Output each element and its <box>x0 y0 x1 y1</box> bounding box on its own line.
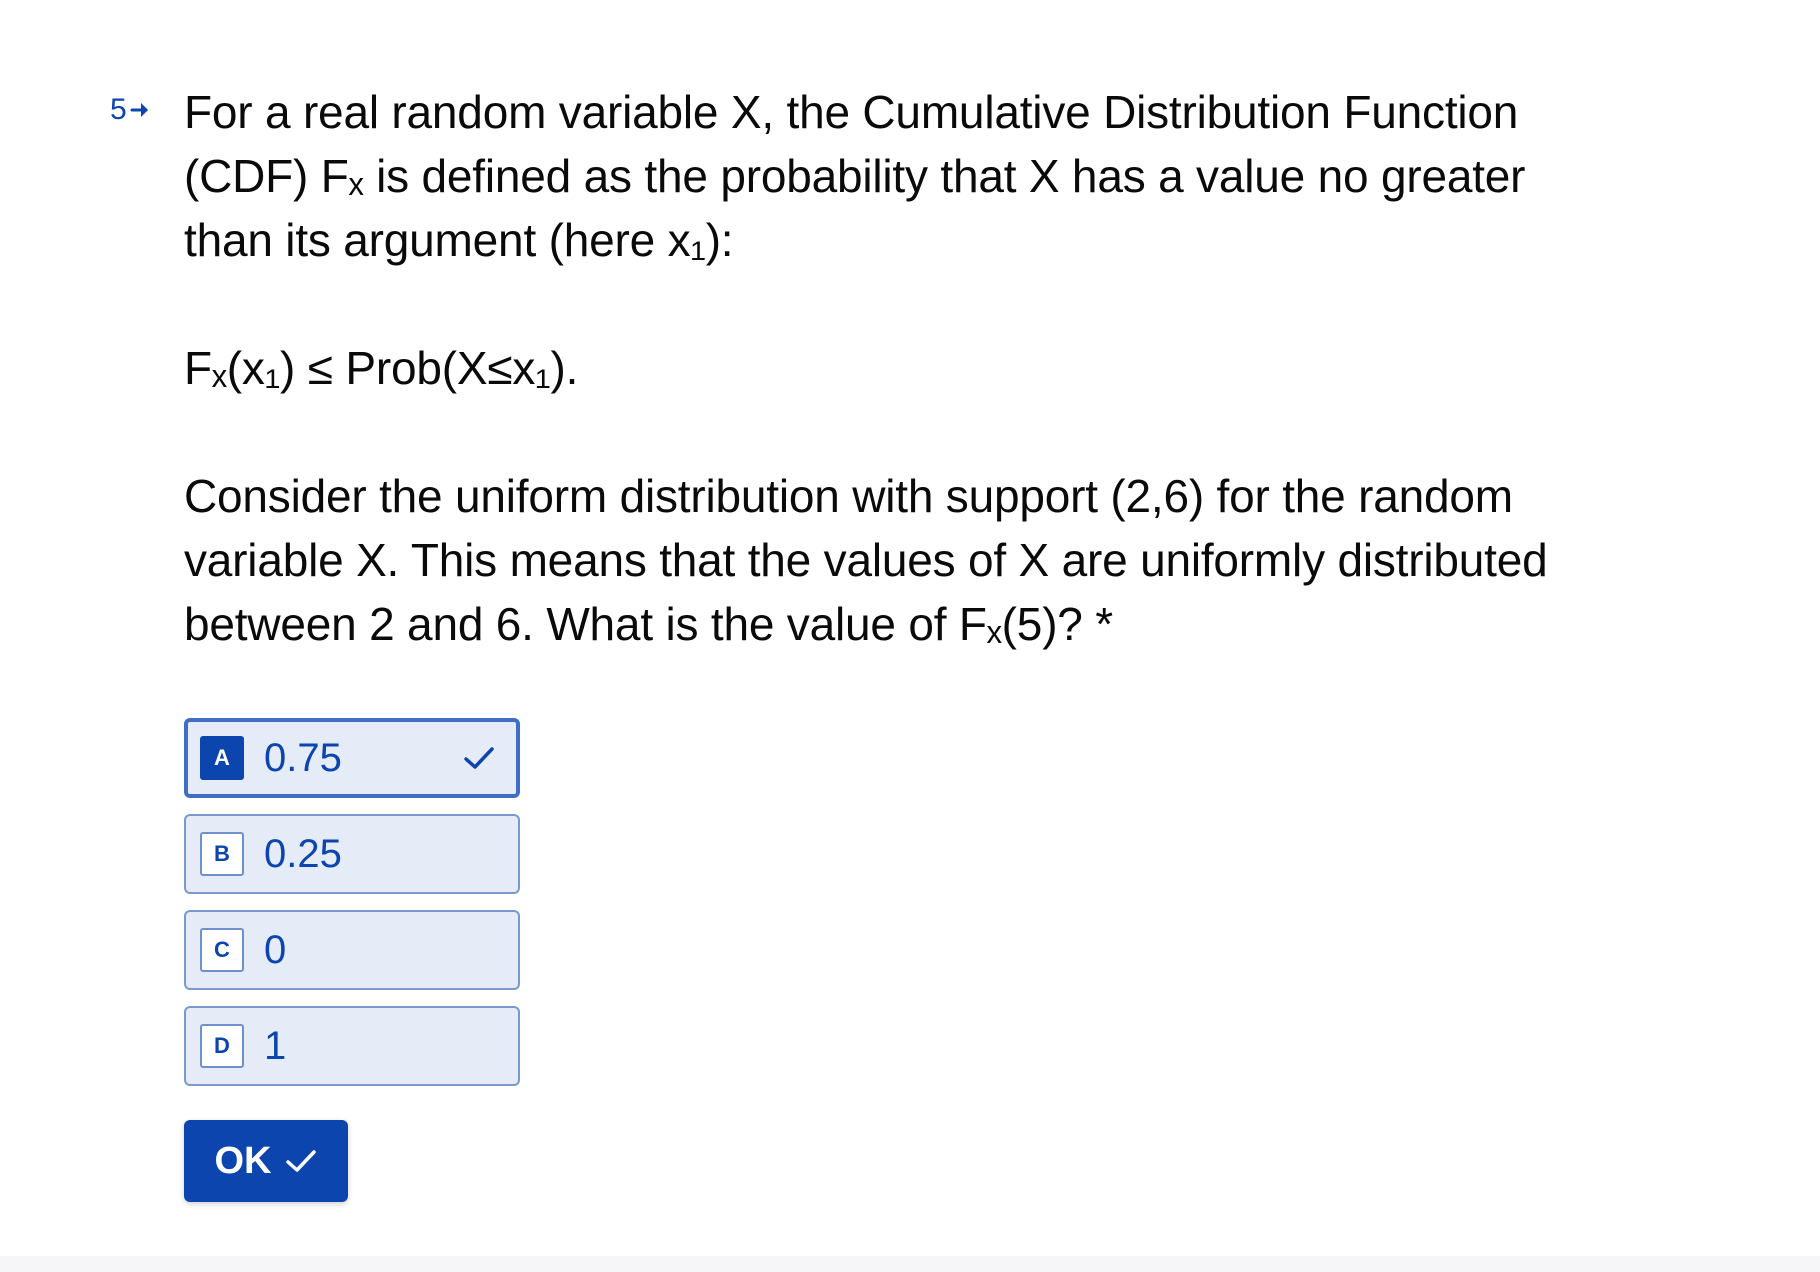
choice-a[interactable]: A 0.75 <box>184 718 520 798</box>
choice-label-b: 0.25 <box>264 831 342 876</box>
choice-key-c: C <box>200 928 244 972</box>
question-number-label: 5 <box>110 93 127 126</box>
choice-label-d: 1 <box>264 1023 287 1068</box>
arrow-right-icon <box>130 103 148 117</box>
ok-button-label: OK <box>214 1139 272 1182</box>
question-text: For a real random variable X, the Cumula… <box>184 80 1604 656</box>
checkmark-icon <box>285 1150 316 1172</box>
answer-choices: A 0.75 B 0.25 C 0 D 1 <box>184 718 520 1102</box>
choice-d[interactable]: D 1 <box>184 1006 520 1086</box>
choice-key-a: A <box>200 736 244 780</box>
checkmark-icon <box>464 747 494 769</box>
choice-key-b: B <box>200 832 244 876</box>
question-paragraph-definition: For a real random variable X, the Cumula… <box>184 86 1526 266</box>
question-number: 5 <box>110 92 153 128</box>
choice-c[interactable]: C 0 <box>184 910 520 990</box>
footer-strip <box>0 1256 1820 1272</box>
form-page: 5 For a real random variable X, the Cumu… <box>0 0 1820 1272</box>
choice-label-a: 0.75 <box>264 735 342 780</box>
choice-b[interactable]: B 0.25 <box>184 814 520 894</box>
choice-key-d: D <box>200 1024 244 1068</box>
choice-label-c: 0 <box>264 927 287 972</box>
question-formula: Fₓ(x₁) ≤ Prob(X≤x₁). <box>184 342 579 394</box>
ok-button[interactable]: OK <box>184 1120 348 1202</box>
question-prompt: Consider the uniform distribution with s… <box>184 470 1548 650</box>
